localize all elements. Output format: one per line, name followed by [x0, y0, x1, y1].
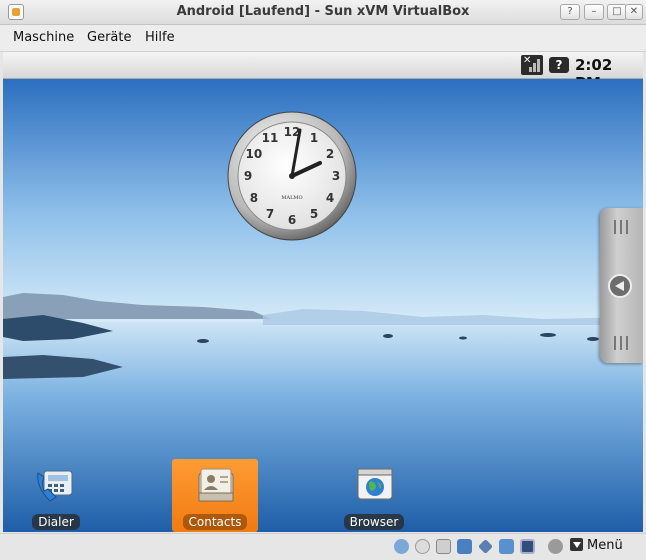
clock-numeral: 3	[332, 169, 340, 183]
help-window-button[interactable]: ?	[560, 4, 580, 20]
clock-numeral: 8	[250, 191, 258, 205]
shortcut-browser[interactable]: Browser	[331, 459, 417, 532]
window-title: Android [Laufend] - Sun xVM VirtualBox	[176, 4, 470, 19]
window-titlebar[interactable]: Android [Laufend] - Sun xVM VirtualBox ?…	[0, 0, 646, 25]
clock-numeral: 2	[326, 147, 334, 161]
network-icon[interactable]	[457, 539, 472, 554]
shortcut-dialer[interactable]: Dialer	[13, 459, 99, 532]
globe-icon	[357, 468, 393, 500]
clock-numeral: 4	[326, 191, 334, 205]
shortcut-label-browser: Browser	[343, 514, 405, 530]
clock-numeral: 7	[266, 207, 274, 221]
android-status-bar[interactable]: ✕ ? 2:02 PM	[3, 52, 643, 92]
mouse-integration-icon[interactable]	[548, 539, 563, 554]
phone-icon	[37, 470, 73, 502]
maximize-button[interactable]: □	[607, 4, 627, 20]
menu-geraete[interactable]: Geräte	[87, 30, 131, 45]
hard-disk-icon[interactable]	[394, 539, 409, 554]
clock-numeral: 11	[262, 131, 279, 145]
virtualbox-status-bar: Menü	[0, 533, 646, 560]
drawer-grip-top	[614, 220, 628, 234]
clock-brand: MALMO	[281, 195, 302, 201]
clock-numeral: 1	[310, 131, 318, 145]
floppy-icon[interactable]	[436, 539, 451, 554]
clock-numeral: 5	[310, 207, 318, 221]
clock-numeral: 10	[246, 147, 263, 161]
usb-icon[interactable]	[478, 539, 493, 554]
arrow-down-icon	[570, 538, 583, 551]
shortcut-label-contacts: Contacts	[182, 514, 248, 530]
menu-bar: Maschine Geräte Hilfe	[0, 25, 646, 52]
drawer-arrow-icon[interactable]	[608, 274, 632, 298]
menu-maschine[interactable]: Maschine	[13, 30, 74, 45]
host-menu-button[interactable]: Menü	[570, 538, 623, 553]
drawer-grip-bottom	[614, 336, 628, 350]
close-button[interactable]: ✕	[625, 4, 643, 20]
no-signal-icon: ✕	[521, 55, 543, 75]
shortcut-contacts[interactable]: Contacts	[172, 459, 258, 532]
menu-hilfe[interactable]: Hilfe	[145, 30, 175, 45]
unknown-sim-icon: ?	[549, 57, 569, 73]
app-drawer-handle[interactable]	[600, 208, 643, 363]
virtualization-icon	[520, 539, 535, 554]
shortcut-label-dialer: Dialer	[32, 514, 80, 530]
cd-drive-icon[interactable]	[415, 539, 430, 554]
clock-numeral: 6	[288, 213, 296, 227]
clock-numeral: 9	[244, 169, 252, 183]
analog-clock-widget[interactable]: 12 1234567891011 MALMO	[227, 111, 357, 241]
minimize-button[interactable]: –	[584, 4, 604, 20]
host-menu-label: Menü	[587, 538, 623, 553]
shared-folder-icon[interactable]	[499, 539, 514, 554]
android-screen[interactable]: ✕ ? 2:02 PM	[3, 52, 643, 532]
contacts-icon	[198, 468, 234, 502]
